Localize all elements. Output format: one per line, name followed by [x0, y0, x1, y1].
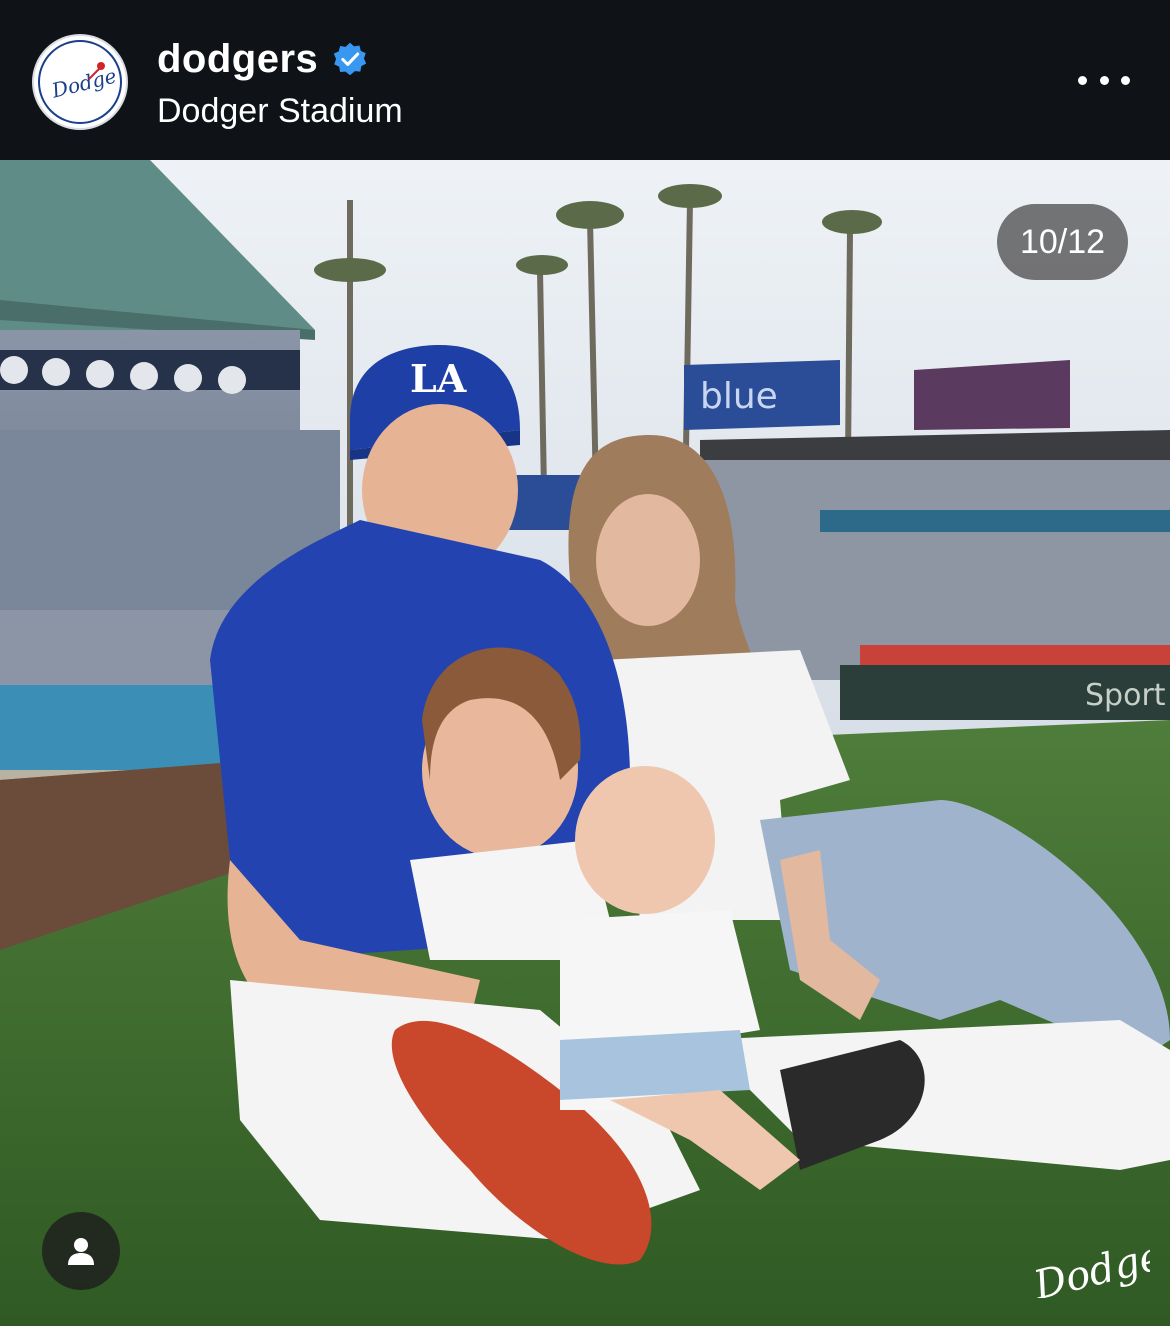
username-row: dodgers — [157, 36, 368, 82]
more-options-icon[interactable] — [1078, 70, 1130, 90]
verified-badge-icon — [334, 42, 367, 76]
more-dot — [1078, 75, 1087, 85]
dodgers-logo-icon: Dodgers — [38, 40, 122, 124]
svg-text:Dodgers: Dodgers — [48, 59, 115, 103]
svg-text:blue: blue — [700, 376, 778, 417]
svg-text:Sport: Sport — [1085, 678, 1166, 713]
profile-avatar[interactable]: Dodgers — [32, 34, 128, 130]
more-dot — [1099, 75, 1109, 85]
post-photo[interactable]: blue Sport LA — [0, 160, 1170, 1326]
watermark-text: Dodgers — [1030, 1238, 1150, 1298]
username[interactable]: dodgers — [157, 36, 318, 82]
slide-counter: 10/12 — [997, 204, 1128, 280]
location-link[interactable]: Dodger Stadium — [157, 92, 403, 130]
user-tag-icon[interactable] — [42, 1212, 120, 1290]
post-header: Dodgers dodgers Dodger Stadium — [0, 0, 1170, 160]
dodgers-watermark: Dodgers — [1030, 1238, 1150, 1298]
photo-illustration: blue Sport LA — [0, 160, 1170, 1326]
more-dot — [1121, 75, 1130, 85]
svg-text:LA: LA — [410, 356, 467, 401]
